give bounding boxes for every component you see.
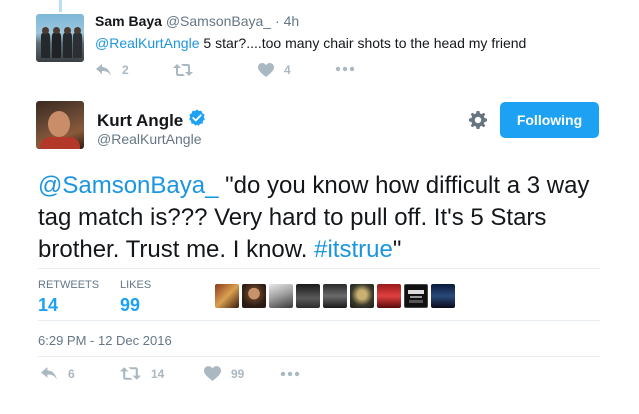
retweet-count: 14	[151, 366, 165, 381]
avatar-figure	[41, 32, 50, 58]
avatar[interactable]	[296, 284, 320, 308]
avatar-figure	[63, 32, 72, 58]
username[interactable]: @SamsonBaya_	[166, 13, 271, 29]
separator: ·	[275, 13, 280, 29]
mention-link[interactable]: @SamsonBaya_	[38, 172, 218, 199]
avatar[interactable]	[36, 101, 84, 149]
tweet-actions: 2 4	[95, 63, 395, 79]
reply-icon	[95, 63, 112, 77]
divider	[38, 356, 600, 357]
tweet-time[interactable]: 4h	[284, 13, 300, 29]
retweets-stat[interactable]: RETWEETS 14	[38, 279, 99, 316]
tweet-text: @RealKurtAngle 5 star?....too many chair…	[95, 35, 526, 51]
reply-icon	[40, 366, 58, 381]
avatar-figure	[52, 32, 61, 58]
avatar[interactable]	[215, 284, 239, 308]
avatar[interactable]	[36, 14, 84, 62]
avatar[interactable]	[404, 284, 428, 308]
display-name[interactable]: Sam Baya	[95, 13, 162, 29]
like-count: 99	[231, 366, 245, 381]
username[interactable]: @RealKurtAngle	[97, 131, 202, 147]
avatar[interactable]	[431, 284, 455, 308]
tweet-timestamp[interactable]: 6:29 PM - 12 Dec 2016	[38, 333, 172, 348]
avatar[interactable]	[242, 284, 266, 308]
likes-label: LIKES	[120, 279, 152, 291]
tweet-text-end: "	[392, 236, 402, 263]
display-name[interactable]: Kurt Angle	[97, 109, 206, 132]
tweet-actions: 6 14 99	[38, 366, 358, 384]
more-icon	[280, 371, 300, 377]
like-count: 4	[284, 63, 291, 77]
tweet-text-body: 5 star?....too many chair shots to the h…	[199, 35, 527, 51]
likes-stat[interactable]: LIKES 99	[120, 279, 151, 316]
avatar-face	[48, 111, 70, 137]
display-name-text: Kurt Angle	[97, 110, 184, 130]
following-button[interactable]: Following	[500, 102, 599, 138]
avatar-figure-head	[64, 27, 71, 34]
retweets-value: 14	[38, 295, 59, 315]
gear-icon[interactable]	[469, 111, 487, 134]
retweet-icon	[120, 366, 141, 381]
reply-button[interactable]: 6	[40, 366, 75, 381]
retweet-button[interactable]	[173, 63, 203, 77]
avatar[interactable]	[377, 284, 401, 308]
reply-count: 2	[122, 63, 129, 77]
verified-badge-icon	[188, 109, 206, 132]
reply-button[interactable]: 2	[95, 63, 129, 77]
avatar-figure-head	[42, 27, 49, 34]
reply-tweet[interactable]: Sam Baya @SamsonBaya_ · 4h @RealKurtAngl…	[0, 0, 639, 90]
divider	[38, 268, 600, 269]
heart-icon	[204, 366, 221, 381]
retweet-button[interactable]: 14	[120, 366, 164, 381]
heart-icon	[258, 63, 274, 77]
likes-value: 99	[120, 295, 141, 315]
avatar-figure-head	[74, 27, 81, 34]
reply-header: Sam Baya @SamsonBaya_ · 4h	[95, 13, 299, 29]
retweets-label: RETWEETS	[38, 279, 100, 291]
avatar-shirt	[40, 137, 80, 149]
retweet-icon	[173, 63, 193, 77]
avatar-figure-head	[53, 27, 60, 34]
avatar-figure	[73, 32, 82, 58]
more-button[interactable]	[280, 371, 300, 377]
avatar[interactable]	[350, 284, 374, 308]
like-button[interactable]: 99	[204, 366, 244, 381]
more-icon	[335, 66, 355, 72]
tweet-text: @SamsonBaya_ "do you know how difficult …	[38, 170, 608, 266]
hashtag-link[interactable]: #itstrue	[314, 236, 393, 263]
liker-avatars	[215, 284, 458, 308]
like-button[interactable]: 4	[258, 63, 291, 77]
more-button[interactable]	[335, 66, 355, 72]
mention-link[interactable]: @RealKurtAngle	[95, 35, 200, 51]
avatar[interactable]	[269, 284, 293, 308]
avatar[interactable]	[323, 284, 347, 308]
reply-count: 6	[68, 366, 75, 381]
divider	[38, 320, 600, 321]
